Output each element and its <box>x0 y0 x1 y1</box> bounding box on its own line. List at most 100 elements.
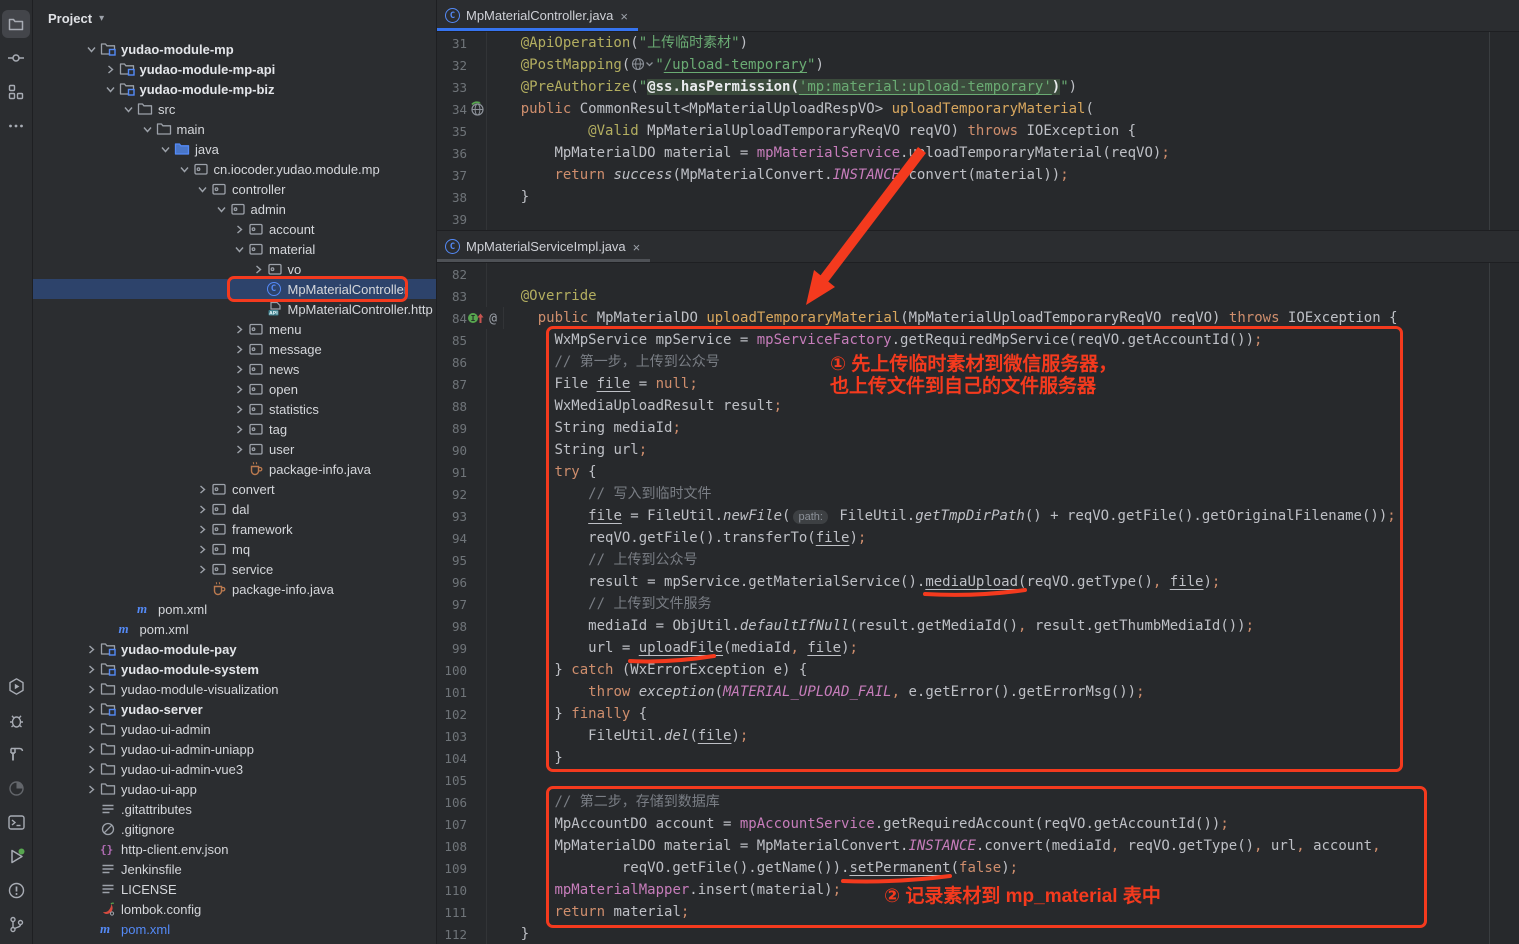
chevron-collapsed-icon[interactable] <box>194 565 211 574</box>
code-line-88[interactable]: 88 WxMediaUploadResult result; <box>437 395 1519 417</box>
code-line-103[interactable]: 103 FileUtil.del(file); <box>437 725 1519 747</box>
tree-item-service[interactable]: service <box>33 559 436 579</box>
tree-item--gitattributes[interactable]: .gitattributes <box>33 799 436 819</box>
tree-item-package-info-java[interactable]: package-info.java <box>33 459 436 479</box>
code-line-86[interactable]: 86 // 第一步，上传到公众号 <box>437 351 1519 373</box>
code-line-85[interactable]: 85 WxMpService mpService = mpServiceFact… <box>437 329 1519 351</box>
chevron-expanded-icon[interactable] <box>231 245 248 254</box>
chevron-collapsed-icon[interactable] <box>231 225 248 234</box>
tree-item-cn-iocoder-yudao-module-mp[interactable]: cn.iocoder.yudao.module.mp <box>33 159 436 179</box>
code-line-100[interactable]: 100 } catch (WxErrorException e) { <box>437 659 1519 681</box>
tree-item-convert[interactable]: convert <box>33 479 436 499</box>
chevron-collapsed-icon[interactable] <box>83 705 100 714</box>
code-line-36[interactable]: 36 MpMaterialDO material = mpMaterialSer… <box>437 142 1519 164</box>
code-line-107[interactable]: 107 MpAccountDO account = mpAccountServi… <box>437 813 1519 835</box>
chevron-collapsed-icon[interactable] <box>194 525 211 534</box>
chevron-collapsed-icon[interactable] <box>194 485 211 494</box>
code-line-111[interactable]: 111 return material; <box>437 901 1519 923</box>
tree-item-statistics[interactable]: statistics <box>33 399 436 419</box>
tree-item-yudao-server[interactable]: yudao-server <box>33 699 436 719</box>
code-line-84[interactable]: 84I@ public MpMaterialDO uploadTemporary… <box>437 307 1519 329</box>
tree-item-lombok-config[interactable]: lombok.config <box>33 899 436 919</box>
build-tool-button[interactable] <box>2 740 30 768</box>
code-line-96[interactable]: 96 result = mpService.getMaterialService… <box>437 571 1519 593</box>
problems-tool-button[interactable] <box>2 876 30 904</box>
chevron-collapsed-icon[interactable] <box>250 265 267 274</box>
code-line-102[interactable]: 102 } finally { <box>437 703 1519 725</box>
chevron-collapsed-icon[interactable] <box>231 405 248 414</box>
tree-item-mpmaterialcontroller[interactable]: CMpMaterialController <box>33 279 436 299</box>
code-line-109[interactable]: 109 reqVO.getFile().getName()).setPerman… <box>437 857 1519 879</box>
code-line-99[interactable]: 99 url = uploadFile(mediaId, file); <box>437 637 1519 659</box>
code-line-106[interactable]: 106 // 第二步，存储到数据库 <box>437 791 1519 813</box>
chevron-expanded-icon[interactable] <box>102 85 119 94</box>
tree-item-controller[interactable]: controller <box>33 179 436 199</box>
tree-item-package-info-java[interactable]: package-info.java <box>33 579 436 599</box>
code-line-82[interactable]: 82 <box>437 263 1519 285</box>
code-line-105[interactable]: 105 <box>437 769 1519 791</box>
tree-item-yudao-module-visualization[interactable]: yudao-module-visualization <box>33 679 436 699</box>
tree-item-yudao-module-system[interactable]: yudao-module-system <box>33 659 436 679</box>
code-line-108[interactable]: 108 MpMaterialDO material = MpMaterialCo… <box>437 835 1519 857</box>
tree-item-menu[interactable]: menu <box>33 319 436 339</box>
tree-item-java[interactable]: java <box>33 139 436 159</box>
tree-item-yudao-ui-app[interactable]: yudao-ui-app <box>33 779 436 799</box>
structure-tool-button[interactable] <box>2 78 30 106</box>
code-line-90[interactable]: 90 String url; <box>437 439 1519 461</box>
tree-item--gitignore[interactable]: .gitignore <box>33 819 436 839</box>
code-line-89[interactable]: 89 String mediaId; <box>437 417 1519 439</box>
tree-item-news[interactable]: news <box>33 359 436 379</box>
version-control-tool-button[interactable] <box>2 910 30 938</box>
chevron-collapsed-icon[interactable] <box>83 685 100 694</box>
terminal-tool-button[interactable] <box>2 808 30 836</box>
services-tool-button[interactable] <box>2 672 30 700</box>
code-line-37[interactable]: 37 return success(MpMaterialConvert.INST… <box>437 164 1519 186</box>
globe-endpoint-icon[interactable] <box>631 57 653 71</box>
chevron-collapsed-icon[interactable] <box>231 365 248 374</box>
chevron-expanded-icon[interactable] <box>213 205 230 214</box>
code-line-93[interactable]: 93 file = FileUtil.newFile(path: FileUti… <box>437 505 1519 527</box>
chevron-expanded-icon[interactable] <box>139 125 156 134</box>
chevron-expanded-icon[interactable] <box>83 45 100 54</box>
chevron-collapsed-icon[interactable] <box>83 665 100 674</box>
tree-item-dal[interactable]: dal <box>33 499 436 519</box>
tree-item-tag[interactable]: tag <box>33 419 436 439</box>
chevron-collapsed-icon[interactable] <box>83 745 100 754</box>
code-line-112[interactable]: 112 } <box>437 923 1519 944</box>
chevron-collapsed-icon[interactable] <box>102 65 119 74</box>
chevron-expanded-icon[interactable] <box>157 145 174 154</box>
chevron-collapsed-icon[interactable] <box>83 785 100 794</box>
tree-item-message[interactable]: message <box>33 339 436 359</box>
tree-item-yudao-ui-admin-uniapp[interactable]: yudao-ui-admin-uniapp <box>33 739 436 759</box>
editor-mpmaterialcontroller[interactable]: 31 @ApiOperation("上传临时素材")32 @PostMappin… <box>437 32 1519 231</box>
editor-tab-mpmaterialserviceimpl[interactable]: C MpMaterialServiceImpl.java × <box>437 231 650 262</box>
code-line-92[interactable]: 92 // 写入到临时文件 <box>437 483 1519 505</box>
tree-item-account[interactable]: account <box>33 219 436 239</box>
tree-item-pom-xml[interactable]: mpom.xml <box>33 619 436 639</box>
chevron-collapsed-icon[interactable] <box>231 445 248 454</box>
code-line-87[interactable]: 87 File file = null; <box>437 373 1519 395</box>
tree-item-framework[interactable]: framework <box>33 519 436 539</box>
chevron-collapsed-icon[interactable] <box>83 645 100 654</box>
tree-item-yudao-module-mp[interactable]: yudao-module-mp <box>33 39 436 59</box>
tree-item-yudao-ui-admin[interactable]: yudao-ui-admin <box>33 719 436 739</box>
api-endpoint-gutter-icon[interactable] <box>467 98 486 120</box>
tree-item-license[interactable]: LICENSE <box>33 879 436 899</box>
run-tool-button[interactable] <box>2 842 30 870</box>
chevron-collapsed-icon[interactable] <box>231 425 248 434</box>
code-line-95[interactable]: 95 // 上传到公众号 <box>437 549 1519 571</box>
chevron-expanded-icon[interactable] <box>120 105 137 114</box>
chevron-collapsed-icon[interactable] <box>194 545 211 554</box>
code-line-104[interactable]: 104 } <box>437 747 1519 769</box>
code-line-38[interactable]: 38 } <box>437 186 1519 208</box>
close-tab-icon[interactable]: × <box>633 239 641 255</box>
code-line-31[interactable]: 31 @ApiOperation("上传临时素材") <box>437 32 1519 54</box>
tree-item-yudao-module-pay[interactable]: yudao-module-pay <box>33 639 436 659</box>
tree-item-yudao-module-mp-api[interactable]: yudao-module-mp-api <box>33 59 436 79</box>
code-line-32[interactable]: 32 @PostMapping("/upload-temporary") <box>437 54 1519 76</box>
tree-item-yudao-module-mp-biz[interactable]: yudao-module-mp-biz <box>33 79 436 99</box>
tree-item-http-client-env-json[interactable]: {}http-client.env.json <box>33 839 436 859</box>
debug-tool-button[interactable] <box>2 706 30 734</box>
chevron-collapsed-icon[interactable] <box>194 505 211 514</box>
tree-item-main[interactable]: main <box>33 119 436 139</box>
